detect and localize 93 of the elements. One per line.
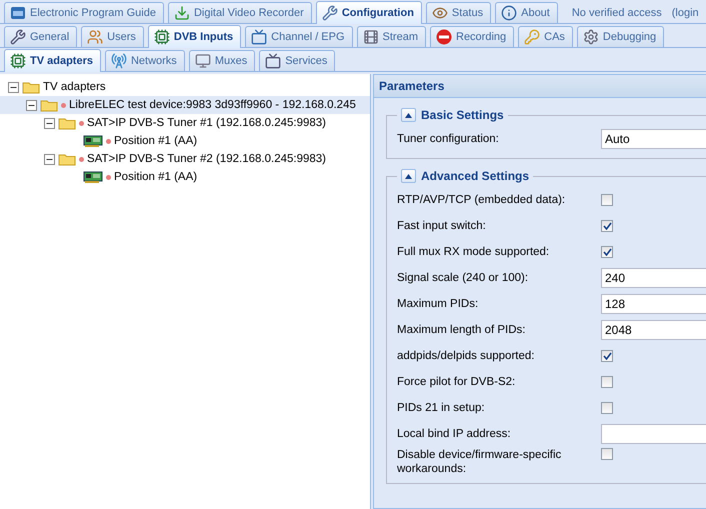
checkbox[interactable] [601, 246, 613, 258]
antenna-icon [110, 53, 127, 69]
tab[interactable]: Electronic Program Guide [4, 2, 164, 23]
tree-row[interactable]: Position #1 (AA) [0, 168, 370, 186]
download-icon [174, 5, 190, 21]
record-icon [436, 29, 452, 45]
field-label: addpids/delpids supported: [397, 349, 536, 363]
tree-label: SAT>IP DVB-S Tuner #1 (192.168.0.245:9983) [87, 117, 326, 129]
users-icon [87, 29, 104, 45]
tab[interactable]: Stream [356, 26, 426, 47]
group-title: Advanced Settings [421, 169, 530, 183]
collapse-button[interactable] [401, 108, 416, 122]
field-label: Signal scale (240 or 100): [397, 271, 530, 285]
tree-label: Position #1 (AA) [114, 171, 198, 183]
tree-label: Position #1 (AA) [114, 135, 198, 147]
collapse-icon[interactable] [44, 118, 55, 128]
text-field[interactable]: 2048 [601, 320, 706, 340]
text-field[interactable]: 128 [601, 294, 706, 314]
checkbox[interactable] [601, 376, 613, 388]
circuit-board-icon [10, 53, 26, 69]
folder-icon [40, 98, 58, 112]
folder-icon [22, 80, 40, 94]
triangle-up-icon [405, 112, 412, 118]
tree-row[interactable]: SAT>IP DVB-S Tuner #2 (192.168.0.245:9983) [0, 150, 370, 168]
checkbox[interactable] [601, 448, 613, 460]
circuit-board-icon [83, 171, 103, 183]
text-field[interactable] [601, 424, 706, 444]
wrench-icon [322, 5, 338, 21]
status-dot [79, 120, 84, 126]
circuit-board-icon [83, 135, 103, 147]
status-dot [106, 138, 111, 144]
tab[interactable]: General [4, 26, 78, 47]
field-label: Tuner configuration: [397, 132, 500, 146]
monitor-icon [194, 53, 211, 69]
checkbox[interactable] [601, 350, 613, 362]
tab[interactable]: DVB Inputs [148, 25, 242, 48]
status-dot [61, 102, 66, 108]
tree-label: LibreELEC test device:9983 3d93ff9960 - 192.168.0.245 [69, 99, 356, 111]
tree-row[interactable]: TV adapters [0, 78, 370, 96]
tree-label: TV adapters [43, 81, 106, 93]
tab[interactable]: About [495, 2, 558, 23]
gears-icon [582, 29, 599, 45]
login-link[interactable]: (login [672, 6, 699, 18]
panel-title: Parameters [374, 75, 706, 98]
collapse-button[interactable] [401, 169, 416, 183]
text-field[interactable]: Auto [601, 129, 706, 149]
circuit-board-icon [154, 29, 170, 45]
tab[interactable]: Debugging [576, 26, 664, 47]
tab[interactable]: Channel / EPG [245, 26, 353, 47]
field-label: Local bind IP address: [397, 427, 512, 441]
tab[interactable]: Users [81, 26, 144, 47]
key-icon [524, 29, 540, 45]
tab[interactable]: Status [426, 2, 492, 23]
tab[interactable]: Networks [104, 50, 185, 71]
tree-row[interactable]: Position #1 (AA) [0, 132, 370, 150]
checkbox[interactable] [601, 194, 613, 206]
tv-icon [265, 53, 282, 69]
field-label: Fast input switch: [397, 219, 487, 233]
tab[interactable]: TV adapters [4, 49, 101, 72]
tv-icon [251, 29, 268, 45]
field-label: Full mux RX mode supported: [397, 245, 550, 259]
tree-label: SAT>IP DVB-S Tuner #2 (192.168.0.245:9983) [87, 153, 326, 165]
collapse-icon[interactable] [8, 82, 19, 92]
text-field[interactable]: 240 [601, 268, 706, 288]
checkbox[interactable] [601, 402, 613, 414]
tab[interactable]: Muxes [188, 50, 256, 71]
eye-icon [432, 5, 448, 21]
field-label: PIDs 21 in setup: [397, 401, 486, 415]
info-icon [501, 5, 518, 21]
field-label: RTP/AVP/TCP (embedded data): [397, 193, 566, 207]
folder-icon [58, 152, 76, 166]
status-dot [79, 156, 84, 162]
tree-row[interactable]: LibreELEC test device:9983 3d93ff9960 - 192.168.0.245 [0, 96, 370, 114]
group-title: Basic Settings [421, 108, 504, 122]
field-label: Maximum PIDs: [397, 297, 480, 311]
checkbox[interactable] [601, 220, 613, 232]
tree-row[interactable]: SAT>IP DVB-S Tuner #1 (192.168.0.245:9983) [0, 114, 370, 132]
tools-icon [10, 29, 26, 45]
collapse-icon[interactable] [44, 154, 55, 164]
film-icon [362, 29, 379, 45]
tab[interactable]: CAs [518, 26, 573, 47]
field-label: Maximum length of PIDs: [397, 323, 526, 337]
tab[interactable]: Recording [430, 26, 514, 47]
status-dot [106, 174, 111, 180]
collapse-icon[interactable] [26, 100, 37, 110]
access-status: No verified access [572, 6, 662, 18]
tab[interactable]: Digital Video Recorder [168, 2, 312, 23]
field-label: Disable device/firmware-specific workarounds: [397, 448, 562, 476]
field-label: Force pilot for DVB-S2: [397, 375, 516, 389]
tab[interactable]: Configuration [316, 1, 422, 24]
triangle-up-icon [405, 174, 412, 178]
folder-icon [58, 116, 76, 130]
tab[interactable]: Services [259, 50, 336, 71]
